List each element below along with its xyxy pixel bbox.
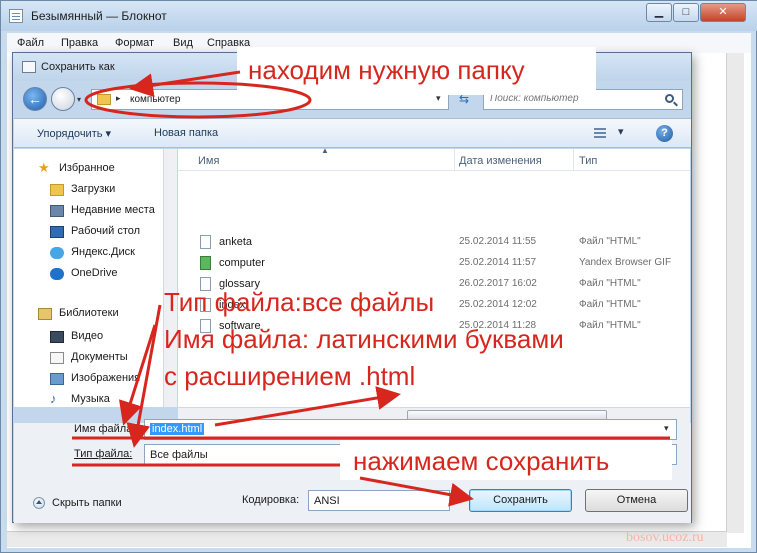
annotation-press-save: нажимаем сохранить	[353, 446, 610, 476]
watermark: bosov.ucoz.ru	[626, 530, 704, 545]
arrow-to-address	[129, 70, 241, 98]
annotation-file-name: Имя файла: латинскими буквами	[164, 324, 564, 354]
annotation-find-folder: находим нужную папку	[248, 55, 525, 85]
arrow-to-extension	[214, 386, 401, 427]
arrow-to-save	[359, 476, 474, 507]
arrow-to-filename	[118, 324, 157, 426]
address-highlight-ellipse	[84, 81, 312, 119]
annotation-extension: с расширением .html	[164, 361, 416, 391]
annotation-file-type: Тип файла:все файлы	[164, 287, 435, 317]
